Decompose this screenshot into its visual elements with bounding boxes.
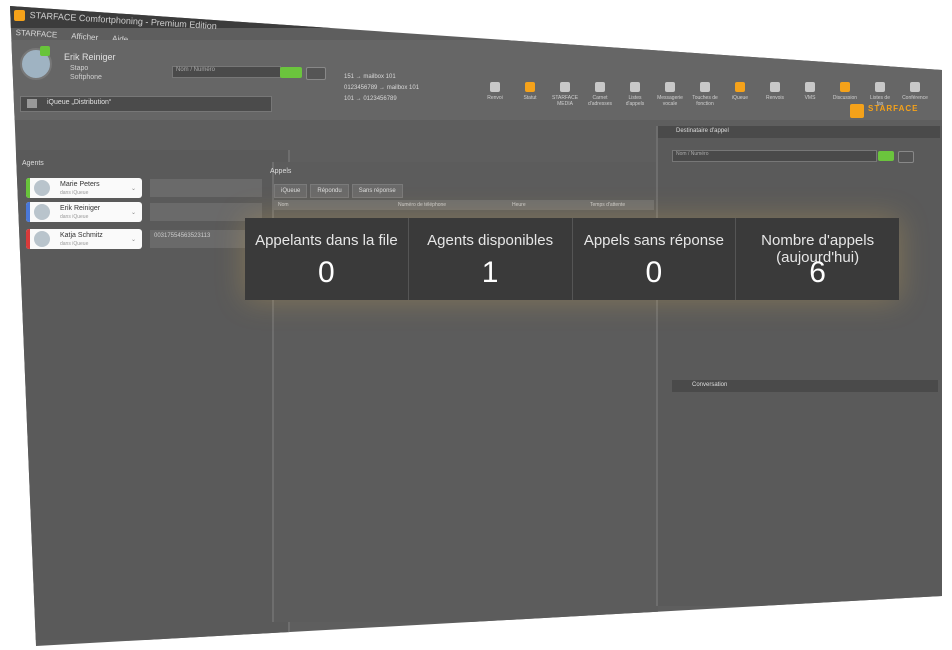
recipient-search-input[interactable]: Nom / Numéro bbox=[672, 150, 877, 162]
app-window: STARFACE Comfortphoning - Premium Editio… bbox=[10, 6, 942, 646]
calls-title: Appels bbox=[270, 168, 292, 175]
stat-callers-in-queue: Appelants dans la file 0 bbox=[245, 218, 409, 300]
calls-tabs: iQueue Répondu Sans réponse bbox=[274, 184, 403, 198]
calls-table-header: Nom Numéro de téléphone Heure Temps d'at… bbox=[274, 200, 654, 210]
agent-sub: dans iQueue bbox=[60, 241, 89, 247]
queue-stats-overlay: Appelants dans la file 0 Agents disponib… bbox=[245, 218, 899, 300]
app-logo-icon bbox=[14, 10, 25, 21]
recipient-clear-button[interactable] bbox=[898, 151, 914, 163]
conversation-header: Conversation bbox=[672, 380, 938, 392]
tool-statut[interactable]: Statut bbox=[517, 82, 543, 107]
col-wait[interactable]: Temps d'attente bbox=[590, 202, 625, 208]
col-name[interactable]: Nom bbox=[278, 202, 289, 208]
vm-icon bbox=[805, 82, 815, 92]
chat-icon bbox=[840, 82, 850, 92]
history-item[interactable]: 151 → mailbox 101 bbox=[344, 72, 419, 83]
tool-vms[interactable]: VMS bbox=[797, 82, 823, 107]
dial-search-input[interactable]: Nom / Numéro bbox=[172, 66, 281, 78]
stat-unanswered-calls: Appels sans réponse 0 bbox=[573, 218, 737, 300]
agents-title: Agents bbox=[22, 160, 44, 167]
list-icon bbox=[630, 82, 640, 92]
tool-media[interactable]: STARFACE MEDIA bbox=[552, 82, 578, 107]
agent-card[interactable]: Marie Peters dans iQueue ⌄ bbox=[26, 178, 142, 198]
agent-sub: dans iQueue bbox=[60, 214, 89, 220]
chevron-down-icon[interactable]: ⌄ bbox=[131, 236, 136, 243]
queue-tab-label: iQueue „Distribution“ bbox=[47, 99, 112, 106]
tool-renvois[interactable]: Renvois bbox=[762, 82, 788, 107]
stat-label: Appels sans réponse bbox=[583, 232, 724, 249]
agent-row bbox=[150, 179, 262, 197]
avatar bbox=[34, 231, 50, 247]
recipient-call-button[interactable] bbox=[878, 151, 894, 161]
tool-voicemail[interactable]: Messagerie vocale bbox=[657, 82, 683, 107]
stat-value: 0 bbox=[645, 256, 663, 289]
voicemail-icon bbox=[665, 82, 675, 92]
chevron-down-icon[interactable]: ⌄ bbox=[131, 209, 136, 216]
tool-renvoi[interactable]: Renvoi bbox=[482, 82, 508, 107]
history-item[interactable]: 0123456789 → mailbox 101 bbox=[344, 83, 419, 94]
status-strip bbox=[26, 178, 30, 198]
agent-name: Marie Peters bbox=[60, 181, 100, 188]
call-button[interactable] bbox=[280, 67, 302, 78]
col-time[interactable]: Heure bbox=[512, 202, 526, 208]
line-item[interactable]: Softphone bbox=[70, 73, 102, 82]
brand-name: STARFACE bbox=[868, 104, 919, 113]
call-history: 151 → mailbox 101 0123456789 → mailbox 1… bbox=[344, 72, 419, 105]
clear-button[interactable] bbox=[306, 67, 326, 80]
stat-value: 1 bbox=[481, 256, 499, 289]
tool-functionkeys[interactable]: Touches de fonction bbox=[692, 82, 718, 107]
avatar bbox=[34, 204, 50, 220]
stat-value: 6 bbox=[809, 256, 826, 289]
toggle-icon bbox=[525, 82, 535, 92]
keys-icon bbox=[700, 82, 710, 92]
stat-label: Agents disponibles bbox=[427, 232, 554, 249]
col-number[interactable]: Numéro de téléphone bbox=[398, 202, 446, 208]
queue-icon bbox=[735, 82, 745, 92]
presence-badge-icon bbox=[40, 46, 50, 56]
phone-icon bbox=[490, 82, 500, 92]
tool-iqueue[interactable]: iQueue bbox=[727, 82, 753, 107]
tab-iqueue[interactable]: iQueue bbox=[274, 184, 308, 198]
agent-name: Katja Schmitz bbox=[60, 232, 103, 239]
right-panel bbox=[656, 126, 942, 606]
tab-answered[interactable]: Répondu bbox=[310, 184, 349, 198]
status-strip bbox=[26, 229, 30, 249]
stat-value: 0 bbox=[318, 256, 335, 289]
tool-addressbook[interactable]: Carnet d'adresses bbox=[587, 82, 613, 107]
agent-name: Erik Reiniger bbox=[60, 205, 101, 212]
line-item[interactable]: Stapo bbox=[70, 64, 102, 73]
chevron-down-icon[interactable]: ⌄ bbox=[131, 185, 136, 192]
status-strip bbox=[26, 202, 30, 222]
recipient-header: Destinataire d'appel bbox=[658, 126, 940, 138]
history-item[interactable]: 101 → 0123456789 bbox=[344, 94, 419, 105]
stat-agents-available: Agents disponibles 1 bbox=[409, 218, 573, 300]
agent-sub: dans iQueue bbox=[60, 190, 89, 196]
queue-icon bbox=[27, 99, 37, 108]
user-name: Erik Reiniger bbox=[64, 52, 116, 62]
stat-calls-today: Nombre d'appels (aujourd'hui) 6 bbox=[736, 218, 899, 300]
tool-calllists[interactable]: Listes d'appels bbox=[622, 82, 648, 107]
camera-icon bbox=[560, 82, 570, 92]
forward-icon bbox=[770, 82, 780, 92]
avatar bbox=[34, 180, 50, 196]
stat-label: Appelants dans la file bbox=[255, 232, 398, 249]
fax-icon bbox=[875, 82, 885, 92]
agent-card[interactable]: Erik Reiniger dans iQueue ⌄ bbox=[26, 202, 142, 222]
menu-starface[interactable]: STARFACE bbox=[15, 28, 57, 40]
tab-unanswered[interactable]: Sans réponse bbox=[351, 184, 403, 198]
book-icon bbox=[595, 82, 605, 92]
brand-logo-icon bbox=[850, 104, 864, 118]
queue-tab[interactable]: iQueue „Distribution“ bbox=[20, 96, 272, 112]
agent-card[interactable]: Katja Schmitz dans iQueue ⌄ bbox=[26, 229, 142, 249]
conference-icon bbox=[910, 82, 920, 92]
phone-lines: Stapo Softphone bbox=[70, 64, 102, 82]
